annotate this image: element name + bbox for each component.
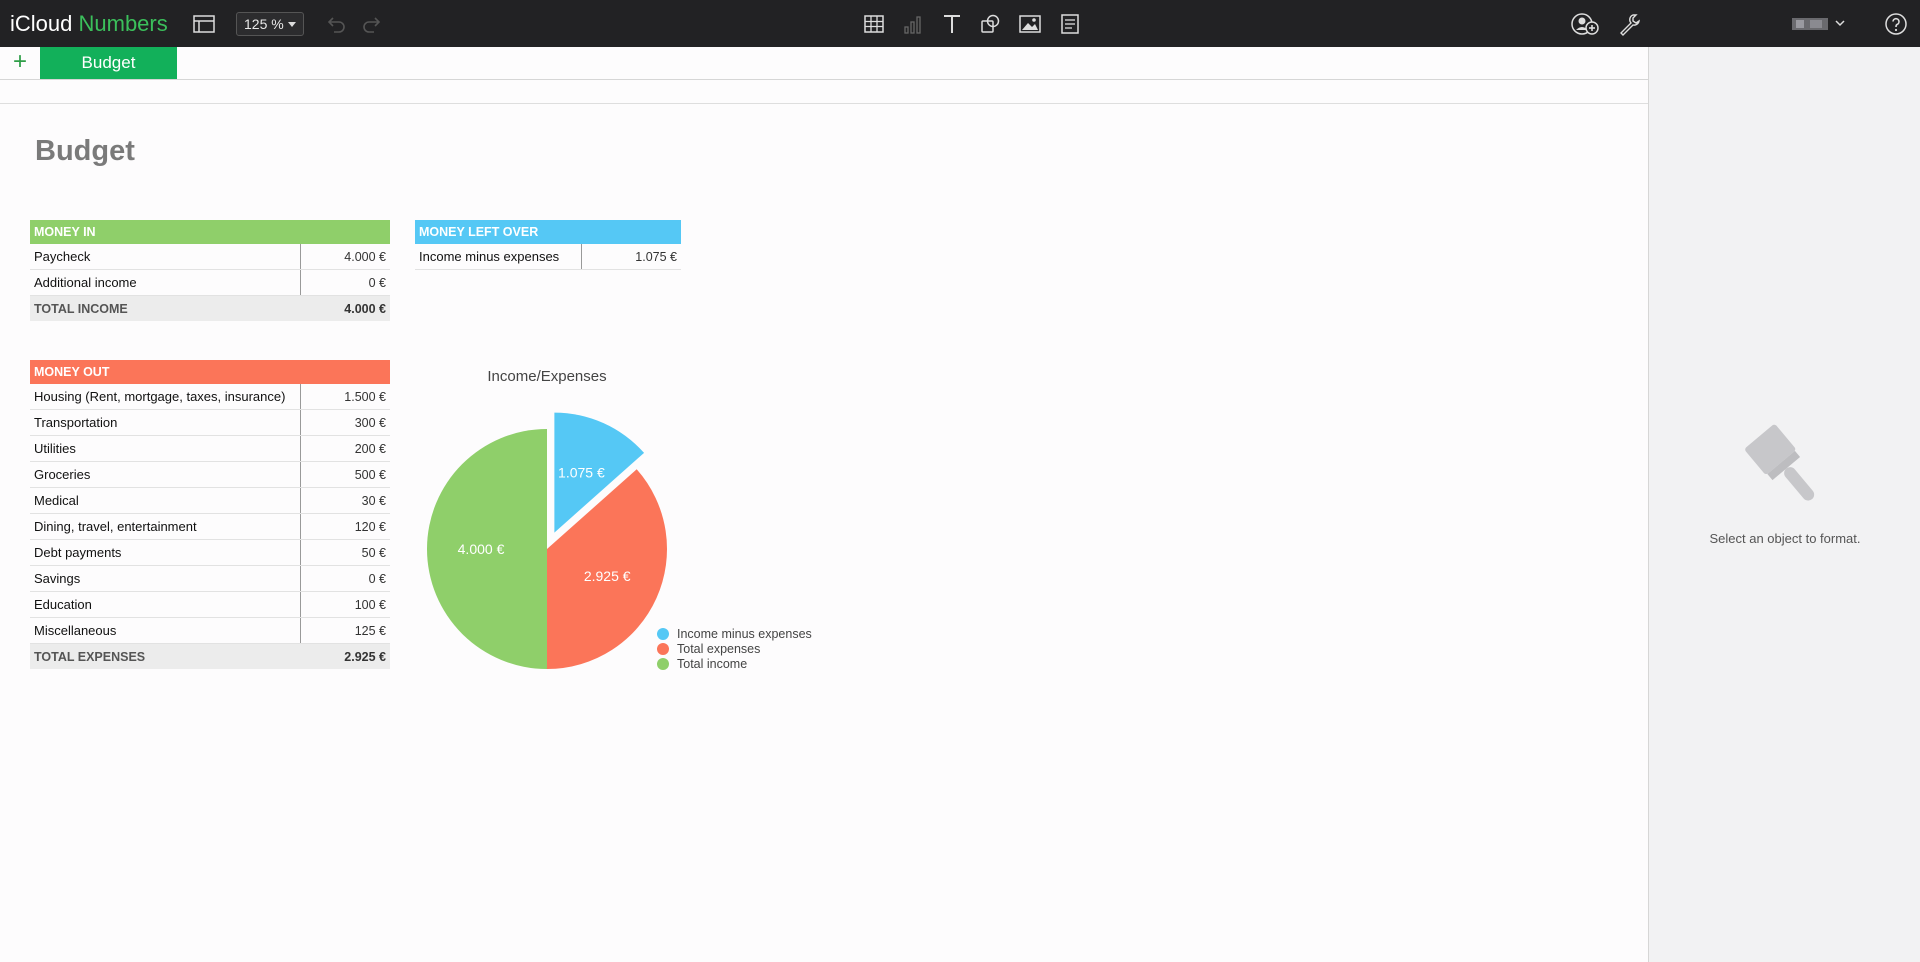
zoom-value: 125 % (244, 16, 284, 32)
money-left-header: MONEY LEFT OVER (419, 225, 539, 239)
total-row[interactable]: TOTAL INCOME 4.000 € (30, 295, 390, 321)
table-header-row: MONEY LEFT OVER (415, 220, 681, 244)
row-value[interactable]: 120 € (299, 513, 390, 540)
add-person-icon[interactable] (1570, 12, 1600, 36)
row-value[interactable]: 0 € (299, 565, 390, 592)
wrench-icon[interactable] (1618, 12, 1642, 36)
help-icon[interactable] (1884, 12, 1908, 36)
legend-label: Income minus expenses (677, 627, 812, 641)
row-label[interactable]: Transportation (30, 409, 300, 436)
row-value[interactable]: 200 € (299, 435, 390, 462)
row-label[interactable]: Housing (Rent, mortgage, taxes, insuranc… (30, 384, 300, 410)
row-label[interactable]: Dining, travel, entertainment (30, 513, 300, 540)
total-row[interactable]: TOTAL EXPENSES 2.925 € (30, 643, 390, 669)
table-row[interactable]: Additional income 0 € (30, 269, 390, 296)
pie-slice-label: 2.925 € (584, 568, 631, 584)
total-label[interactable]: TOTAL EXPENSES (30, 643, 300, 669)
app-brand: iCloud Numbers (10, 11, 168, 37)
row-label[interactable]: Miscellaneous (30, 617, 300, 644)
row-label[interactable]: Paycheck (30, 244, 300, 270)
top-toolbar: iCloud Numbers 125 % (0, 0, 1920, 47)
row-value[interactable]: 30 € (299, 487, 390, 514)
row-label[interactable]: Savings (30, 565, 300, 592)
table-row[interactable]: Miscellaneous 125 € (30, 617, 390, 644)
shape-icon[interactable] (978, 12, 1002, 36)
text-icon[interactable] (940, 12, 964, 36)
row-value[interactable]: 1.500 € (299, 384, 390, 410)
table-row[interactable]: Income minus expenses 1.075 € (415, 244, 681, 270)
row-value[interactable]: 1.075 € (580, 244, 681, 270)
table-row[interactable]: Education 100 € (30, 591, 390, 618)
sheet-tab-bar: + Budget (0, 47, 1648, 80)
brand-numbers: Numbers (78, 11, 168, 36)
total-value[interactable]: 2.925 € (300, 643, 390, 669)
table-header-row: MONEY IN (30, 220, 390, 244)
row-value[interactable]: 300 € (299, 409, 390, 436)
money-in-header: MONEY IN (34, 225, 96, 239)
legend-label: Total expenses (677, 642, 760, 656)
zoom-select[interactable]: 125 % (236, 12, 304, 36)
row-label[interactable]: Utilities (30, 435, 300, 462)
income-expenses-chart[interactable]: Income/Expenses 1.075 € 2.925 € 4.000 € In… (410, 360, 830, 680)
comment-icon[interactable] (1058, 12, 1082, 36)
chart-icon[interactable] (901, 12, 925, 36)
table-row[interactable]: Transportation 300 € (30, 409, 390, 436)
row-label[interactable]: Income minus expenses (415, 244, 581, 270)
format-inspector-panel: Select an object to format. (1648, 47, 1920, 962)
chevron-down-icon (288, 22, 296, 27)
row-value[interactable]: 0 € (299, 269, 390, 296)
image-icon[interactable] (1018, 12, 1042, 36)
row-label[interactable]: Debt payments (30, 539, 300, 566)
table-row[interactable]: Groceries 500 € (30, 461, 390, 488)
money-out-header: MONEY OUT (34, 365, 110, 379)
row-value[interactable]: 100 € (299, 591, 390, 618)
sidebar-view-icon[interactable] (192, 12, 216, 36)
legend-label: Total income (677, 657, 747, 671)
table-row[interactable]: Housing (Rent, mortgage, taxes, insuranc… (30, 384, 390, 410)
account-menu-icon[interactable] (1790, 12, 1850, 36)
pie-slice-label: 1.075 € (558, 464, 605, 480)
brand-icloud: iCloud (10, 11, 73, 36)
add-sheet-button[interactable]: + (8, 50, 32, 75)
undo-icon[interactable] (324, 12, 348, 36)
table-row[interactable]: Paycheck 4.000 € (30, 244, 390, 270)
table-row[interactable]: Medical 30 € (30, 487, 390, 514)
table-row[interactable]: Dining, travel, entertainment 120 € (30, 513, 390, 540)
table-row[interactable]: Utilities 200 € (30, 435, 390, 462)
table-row[interactable]: Savings 0 € (30, 565, 390, 592)
pie-slice-label: 4.000 € (458, 541, 505, 557)
row-value[interactable]: 4.000 € (299, 244, 390, 270)
row-label[interactable]: Education (30, 591, 300, 618)
legend-swatch (657, 628, 669, 640)
legend-swatch (657, 658, 669, 670)
sheet-ruler (0, 80, 1648, 104)
chart-title: Income/Expenses (487, 368, 606, 385)
row-label[interactable]: Groceries (30, 461, 300, 488)
total-label[interactable]: TOTAL INCOME (30, 295, 300, 321)
table-icon[interactable] (862, 12, 886, 36)
row-label[interactable]: Medical (30, 487, 300, 514)
table-header-row: MONEY OUT (30, 360, 390, 384)
row-value[interactable]: 500 € (299, 461, 390, 488)
pie-chart-svg[interactable]: Income/Expenses 1.075 € 2.925 € 4.000 € In… (410, 360, 830, 680)
table-row[interactable]: Debt payments 50 € (30, 539, 390, 566)
row-value[interactable]: 125 € (299, 617, 390, 644)
money-in-table[interactable]: MONEY IN Paycheck 4.000 € Additional inc… (30, 220, 390, 321)
row-label[interactable]: Additional income (30, 269, 300, 296)
sheet-title[interactable]: Budget (35, 135, 135, 168)
tab-budget[interactable]: Budget (40, 47, 177, 79)
money-out-table[interactable]: MONEY OUT Housing (Rent, mortgage, taxes… (30, 360, 390, 669)
row-value[interactable]: 50 € (299, 539, 390, 566)
total-value[interactable]: 4.000 € (300, 295, 390, 321)
money-left-table[interactable]: MONEY LEFT OVER Income minus expenses 1.… (415, 220, 681, 270)
paintbrush-icon (1735, 417, 1835, 517)
inspector-hint: Select an object to format. (1709, 531, 1861, 546)
legend-swatch (657, 643, 669, 655)
redo-icon[interactable] (360, 12, 384, 36)
